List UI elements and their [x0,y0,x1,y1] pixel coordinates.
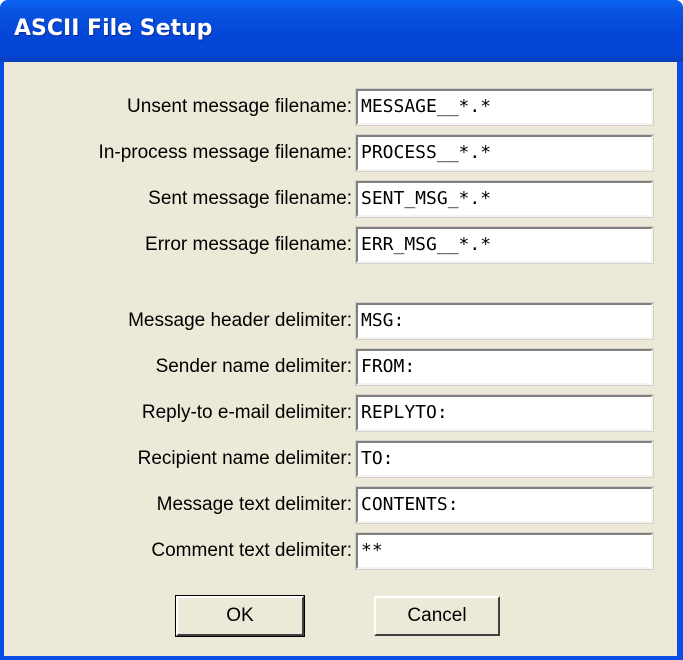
sent-filename-row: Sent message filename: SENT_MSG_*.* [4,179,677,219]
window-title: ASCII File Setup [14,16,213,41]
ascii-file-setup-dialog: ASCII File Setup Unsent message filename… [0,0,683,660]
sender-delimiter-label: Sender name delimiter: [155,356,352,377]
text-delimiter-field[interactable]: CONTENTS: [355,486,654,524]
cancel-button[interactable]: Cancel [374,596,500,636]
text-delimiter-label: Message text delimiter: [156,494,352,515]
error-filename-row: Error message filename: ERR_MSG__*.* [4,225,677,265]
recipient-delimiter-label: Recipient name delimiter: [137,448,352,469]
header-delimiter-label: Message header delimiter: [128,310,352,331]
unsent-filename-label: Unsent message filename: [127,96,352,117]
replyto-delimiter-row: Reply-to e-mail delimiter: REPLYTO: [4,393,677,433]
header-delimiter-field[interactable]: MSG: [355,302,654,340]
comment-delimiter-label: Comment text delimiter: [151,540,352,561]
sender-delimiter-row: Sender name delimiter: FROM: [4,347,677,387]
ok-button[interactable]: OK [175,595,305,637]
replyto-delimiter-field[interactable]: REPLYTO: [355,394,654,432]
inprocess-filename-field[interactable]: PROCESS__*.* [355,134,654,172]
sent-filename-field[interactable]: SENT_MSG_*.* [355,180,654,218]
header-delimiter-row: Message header delimiter: MSG: [4,301,677,341]
replyto-delimiter-label: Reply-to e-mail delimiter: [141,402,352,423]
error-filename-label: Error message filename: [145,234,352,255]
comment-delimiter-row: Comment text delimiter: ** [4,531,677,571]
ok-button-label: OK [226,605,254,626]
sender-delimiter-field[interactable]: FROM: [355,348,654,386]
recipient-delimiter-row: Recipient name delimiter: TO: [4,439,677,479]
dialog-body: Unsent message filename: MESSAGE__*.* In… [4,62,677,656]
inprocess-filename-row: In-process message filename: PROCESS__*.… [4,133,677,173]
unsent-filename-row: Unsent message filename: MESSAGE__*.* [4,87,677,127]
inprocess-filename-label: In-process message filename: [98,142,352,163]
recipient-delimiter-field[interactable]: TO: [355,440,654,478]
cancel-button-label: Cancel [407,605,467,626]
text-delimiter-row: Message text delimiter: CONTENTS: [4,485,677,525]
unsent-filename-field[interactable]: MESSAGE__*.* [355,88,654,126]
error-filename-field[interactable]: ERR_MSG__*.* [355,226,654,264]
title-bar[interactable]: ASCII File Setup [0,0,683,62]
sent-filename-label: Sent message filename: [148,188,352,209]
comment-delimiter-field[interactable]: ** [355,532,654,570]
